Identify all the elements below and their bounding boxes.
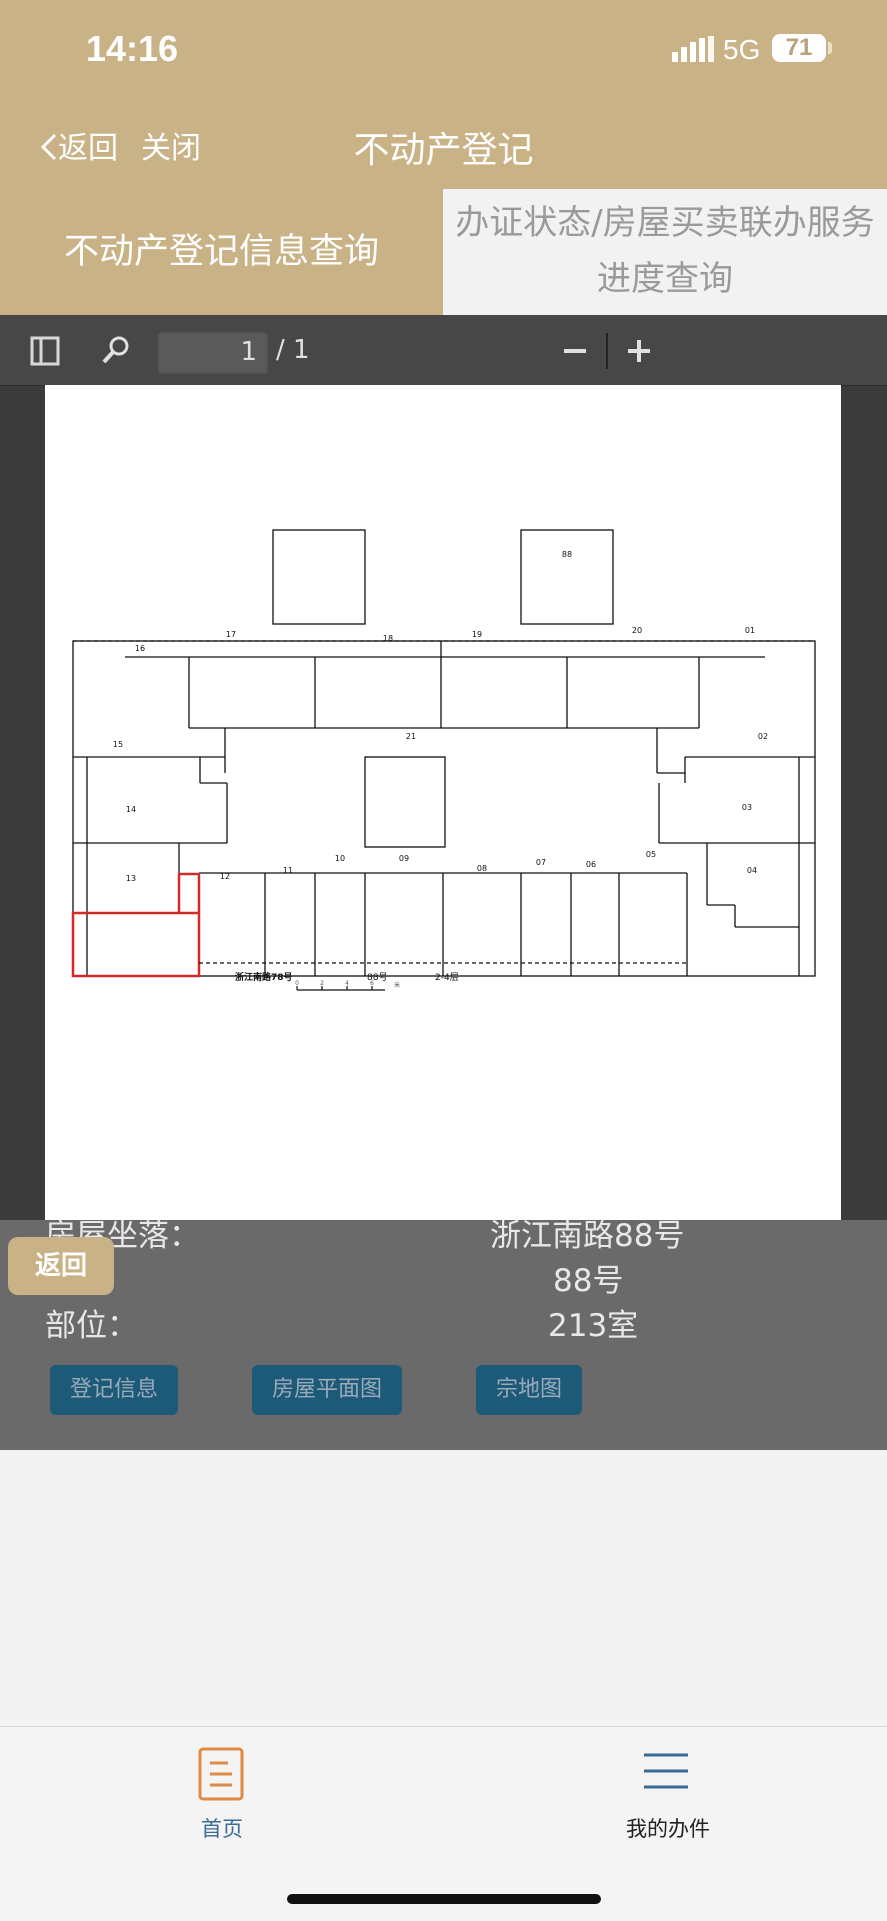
home-indicator bbox=[287, 1894, 601, 1904]
nav-bar: 返回 关闭 不动产登记 bbox=[0, 95, 887, 189]
room-label-05: 05 bbox=[646, 850, 656, 859]
floating-return-button[interactable]: 返回 bbox=[8, 1237, 114, 1295]
pdf-page: 16 17 18 19 20 01 88 15 21 02 14 03 13 1… bbox=[45, 385, 841, 1220]
room-label-06: 06 bbox=[586, 860, 596, 869]
part-label: 部位： bbox=[45, 1308, 138, 1344]
scale-unit: 米 bbox=[394, 981, 400, 989]
room-label-21: 21 bbox=[406, 732, 416, 741]
page-title: 不动产登记 bbox=[353, 130, 534, 171]
room-label-01: 01 bbox=[745, 626, 755, 635]
nav-my-tasks-label: 我的办件 bbox=[626, 1817, 710, 1841]
tab-progress-query[interactable]: 办证状态/房屋买卖联办服务 进度查询 bbox=[443, 189, 887, 315]
tab-progress-line2: 进度查询 bbox=[597, 259, 733, 299]
room-label-11: 11 bbox=[283, 866, 293, 875]
floor-plan-drawing: 16 17 18 19 20 01 88 15 21 02 14 03 13 1… bbox=[71, 529, 816, 991]
status-time: 14:16 bbox=[86, 28, 179, 69]
part-value: 213室 bbox=[548, 1308, 639, 1344]
menu-icon bbox=[644, 1753, 688, 1789]
room-label-04: 04 bbox=[747, 866, 757, 875]
room-label-13: 13 bbox=[126, 874, 136, 883]
nav-my-tasks[interactable]: 我的办件 bbox=[610, 1747, 720, 1841]
tab-bar: 不动产登记信息查询 办证状态/房屋买卖联办服务 进度查询 bbox=[0, 189, 887, 315]
sidebar-toggle-icon[interactable] bbox=[30, 336, 60, 366]
battery-tip bbox=[828, 42, 832, 54]
page-total: / 1 bbox=[276, 335, 310, 365]
scale-tick-0: 0 bbox=[295, 980, 299, 987]
toolbar-separator bbox=[606, 333, 608, 369]
room-label-02: 02 bbox=[758, 732, 768, 741]
signal-icon bbox=[672, 36, 714, 62]
pdf-toolbar: 1 / 1 bbox=[0, 315, 887, 386]
room-label-17: 17 bbox=[226, 630, 236, 639]
room-label-10: 10 bbox=[335, 854, 345, 863]
search-icon[interactable] bbox=[101, 335, 131, 365]
scale-tick-6: 6 bbox=[370, 980, 374, 987]
zoom-out-icon[interactable] bbox=[562, 340, 588, 362]
bottom-nav: 首页 我的办件 bbox=[0, 1726, 887, 1921]
document-icon bbox=[198, 1747, 244, 1801]
room-label-12: 12 bbox=[220, 872, 230, 881]
scale-tick-4: 4 bbox=[345, 980, 349, 987]
room-label-16: 16 bbox=[135, 644, 145, 653]
room-label-03: 03 bbox=[742, 803, 752, 812]
room-label-08: 08 bbox=[477, 864, 487, 873]
page-number-input[interactable]: 1 bbox=[157, 330, 269, 374]
floor-plan-button[interactable]: 房屋平面图 bbox=[252, 1365, 402, 1415]
room-label-15: 15 bbox=[113, 740, 123, 749]
parcel-map-button[interactable]: 宗地图 bbox=[476, 1365, 582, 1415]
scale-tick-2: 2 bbox=[320, 980, 324, 987]
status-bar: 14:16 5G 71 bbox=[0, 0, 887, 95]
pdf-viewer: 1 / 1 16 17 18 19 20 01 88 15 21 02 14 0… bbox=[0, 315, 887, 1220]
room-label-88: 88 bbox=[562, 550, 572, 559]
network-type: 5G bbox=[723, 34, 761, 65]
tab-progress-line1: 办证状态/房屋买卖联办服务 bbox=[455, 203, 875, 243]
room-label-18: 18 bbox=[383, 634, 393, 643]
room-label-19: 19 bbox=[472, 630, 482, 639]
room-label-14: 14 bbox=[126, 805, 136, 814]
nav-home-label: 首页 bbox=[201, 1817, 243, 1841]
plan-footer-floor: 2-4层 bbox=[435, 972, 459, 983]
room-label-20: 20 bbox=[632, 626, 642, 635]
registration-info-button[interactable]: 登记信息 bbox=[50, 1365, 178, 1415]
nav-home[interactable]: 首页 bbox=[176, 1747, 266, 1841]
building-value: 88号 bbox=[553, 1263, 624, 1299]
room-label-07: 07 bbox=[536, 858, 546, 867]
battery-icon: 71 bbox=[772, 34, 826, 62]
room-label-09: 09 bbox=[399, 854, 409, 863]
tab-registration-query[interactable]: 不动产登记信息查询 bbox=[0, 189, 443, 315]
zoom-in-icon[interactable] bbox=[626, 338, 652, 364]
plan-footer-address: 浙江南路78号 bbox=[235, 971, 293, 983]
